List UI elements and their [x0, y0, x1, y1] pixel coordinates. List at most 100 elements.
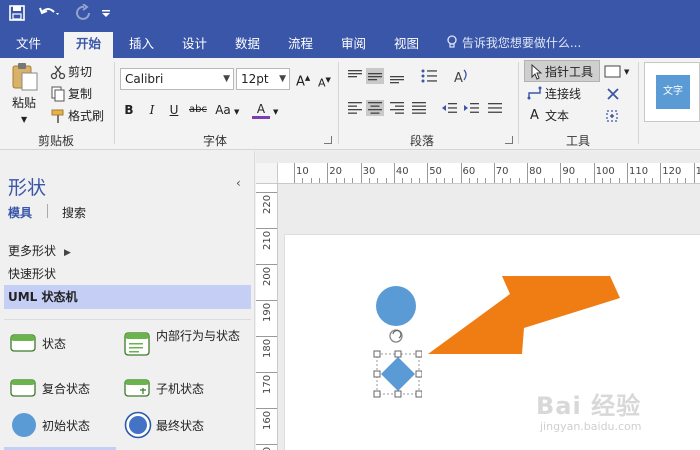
- shrink-font-button[interactable]: A▼: [318, 72, 331, 92]
- shape-item-composite-state[interactable]: 复合状态: [10, 375, 120, 405]
- grow-font-button[interactable]: A▲: [296, 70, 310, 90]
- align-center-icon[interactable]: [366, 100, 384, 116]
- ribbon: 粘贴 ▼ 剪切 复制 格式刷 剪贴板 Calibri ▼ 12pt ▼ A▲ A▼ …: [0, 58, 700, 150]
- collapse-panel-icon[interactable]: ‹: [236, 176, 241, 190]
- tab-stencils[interactable]: 模具: [8, 204, 32, 221]
- shape-style-gallery[interactable]: 文字: [644, 62, 700, 122]
- font-color-button[interactable]: A: [252, 100, 270, 119]
- ruler-tick: [527, 163, 529, 183]
- rectangle-icon[interactable]: [604, 64, 622, 80]
- cut-button[interactable]: 剪切: [68, 64, 92, 80]
- paste-dropdown-icon[interactable]: ▼: [21, 112, 27, 128]
- format-painter-button[interactable]: 格式刷: [68, 108, 104, 124]
- change-case-button[interactable]: Aa: [212, 100, 234, 120]
- orange-arrow-annotation: [428, 276, 620, 354]
- tab-home[interactable]: 开始: [64, 32, 114, 58]
- align-middle-icon[interactable]: [366, 68, 384, 84]
- chevron-down-icon: ▼: [279, 74, 286, 84]
- text-direction-icon[interactable]: A: [452, 68, 470, 84]
- font-name-combo[interactable]: Calibri ▼: [120, 68, 234, 90]
- chevron-down-icon[interactable]: ▼: [624, 64, 629, 80]
- tab-search[interactable]: 搜索: [62, 204, 86, 221]
- stencil-uml-state-machine[interactable]: UML 状态机: [4, 285, 251, 309]
- connection-point-icon[interactable]: [604, 108, 620, 124]
- underline-button[interactable]: U: [165, 100, 183, 120]
- text-tool-button[interactable]: 文本: [545, 108, 569, 124]
- ruler-tick: [256, 192, 277, 193]
- increase-indent-icon[interactable]: [462, 100, 480, 116]
- align-bottom-icon[interactable]: [388, 68, 406, 84]
- connector-tool-button[interactable]: 连接线: [545, 86, 581, 102]
- ruler-label: 180: [262, 338, 273, 358]
- selected-shape-group[interactable]: [370, 284, 422, 400]
- more-shapes-link[interactable]: 更多形状 ▶: [8, 242, 71, 259]
- chevron-down-icon[interactable]: ▼: [234, 104, 239, 120]
- resize-handle[interactable]: [415, 370, 422, 378]
- paste-button[interactable]: 粘贴: [12, 95, 36, 111]
- tab-process[interactable]: 流程: [276, 32, 325, 58]
- resize-handle[interactable]: [394, 350, 402, 358]
- ribbon-tabs: 文件 开始 插入 设计 数据 流程 审阅 视图: [0, 28, 700, 58]
- decrease-indent-icon[interactable]: [440, 100, 458, 116]
- shape-item-state[interactable]: 状态: [10, 330, 120, 360]
- paste-icon: [12, 63, 38, 91]
- tab-design[interactable]: 设计: [170, 32, 219, 58]
- ruler-tick: [660, 163, 662, 183]
- list-paragraph-icon[interactable]: [486, 100, 504, 116]
- ruler-tick: [256, 372, 277, 373]
- tab-data[interactable]: 数据: [223, 32, 272, 58]
- paragraph-dialog-launcher-icon[interactable]: [505, 136, 513, 144]
- ruler-tick: [393, 163, 395, 183]
- diamond-shape[interactable]: [381, 357, 415, 391]
- ruler-minor-tick: [610, 178, 612, 183]
- resize-handle[interactable]: [373, 370, 381, 378]
- redo-icon[interactable]: [75, 4, 93, 22]
- ruler-label: 90: [562, 166, 576, 177]
- vertical-ruler[interactable]: 220210200190180170160150: [256, 184, 278, 450]
- bullets-icon[interactable]: [420, 68, 438, 84]
- ruler-minor-tick: [651, 178, 653, 183]
- tab-view[interactable]: 视图: [382, 32, 431, 58]
- tell-me-box[interactable]: 告诉我您想要做什么...: [446, 33, 581, 53]
- font-size-combo[interactable]: 12pt ▼: [236, 68, 290, 90]
- ruler-corner: [256, 163, 278, 184]
- group-divider: [518, 62, 519, 144]
- text-tool-glyph: A: [530, 108, 539, 123]
- tab-insert[interactable]: 插入: [117, 32, 166, 58]
- shape-item-submachine-state[interactable]: 子机状态: [124, 375, 244, 405]
- shape-item-initial-state[interactable]: 初始状态: [10, 411, 120, 441]
- connector-icon: [527, 86, 542, 100]
- chevron-right-icon: ▶: [64, 248, 71, 258]
- chevron-down-icon[interactable]: ▼: [273, 104, 278, 120]
- pointer-tool-button[interactable]: 指针工具: [524, 60, 600, 82]
- tab-review[interactable]: 审阅: [329, 32, 378, 58]
- resize-handle[interactable]: [415, 390, 422, 398]
- align-right-icon[interactable]: [388, 100, 406, 116]
- resize-handle[interactable]: [394, 390, 402, 398]
- ruler-minor-tick: [443, 178, 445, 183]
- save-icon[interactable]: [8, 4, 26, 22]
- justify-icon[interactable]: [410, 100, 428, 116]
- resize-handle[interactable]: [373, 390, 381, 398]
- shape-item-final-state[interactable]: 最终状态: [124, 411, 244, 441]
- undo-icon[interactable]: [38, 4, 60, 22]
- quick-shapes-link[interactable]: 快速形状: [8, 265, 56, 282]
- font-dialog-launcher-icon[interactable]: [324, 136, 332, 144]
- horizontal-ruler[interactable]: 10 20 30 40 50 60 70 80 90 100 110 120 130: [278, 163, 700, 184]
- ruler-minor-tick: [577, 178, 579, 183]
- ruler-minor-tick: [468, 178, 470, 183]
- align-left-icon[interactable]: [346, 100, 364, 116]
- baidu-jingyan-watermark: Bai 经验 jingyan.baidu.com: [536, 372, 676, 436]
- ruler-label: 40: [395, 166, 409, 177]
- strikethrough-button[interactable]: abc: [186, 100, 210, 120]
- bold-button[interactable]: B: [120, 100, 138, 120]
- initial-state-circle[interactable]: [376, 286, 416, 326]
- shape-item-internal-behavior-state[interactable]: 内部行为与状态: [124, 326, 252, 362]
- close-icon[interactable]: [605, 86, 621, 102]
- tab-file[interactable]: 文件: [4, 32, 53, 58]
- resize-handle[interactable]: [373, 350, 381, 358]
- italic-button[interactable]: I: [143, 100, 161, 120]
- customize-icon[interactable]: [100, 4, 112, 22]
- align-top-icon[interactable]: [346, 68, 364, 84]
- copy-button[interactable]: 复制: [68, 86, 92, 102]
